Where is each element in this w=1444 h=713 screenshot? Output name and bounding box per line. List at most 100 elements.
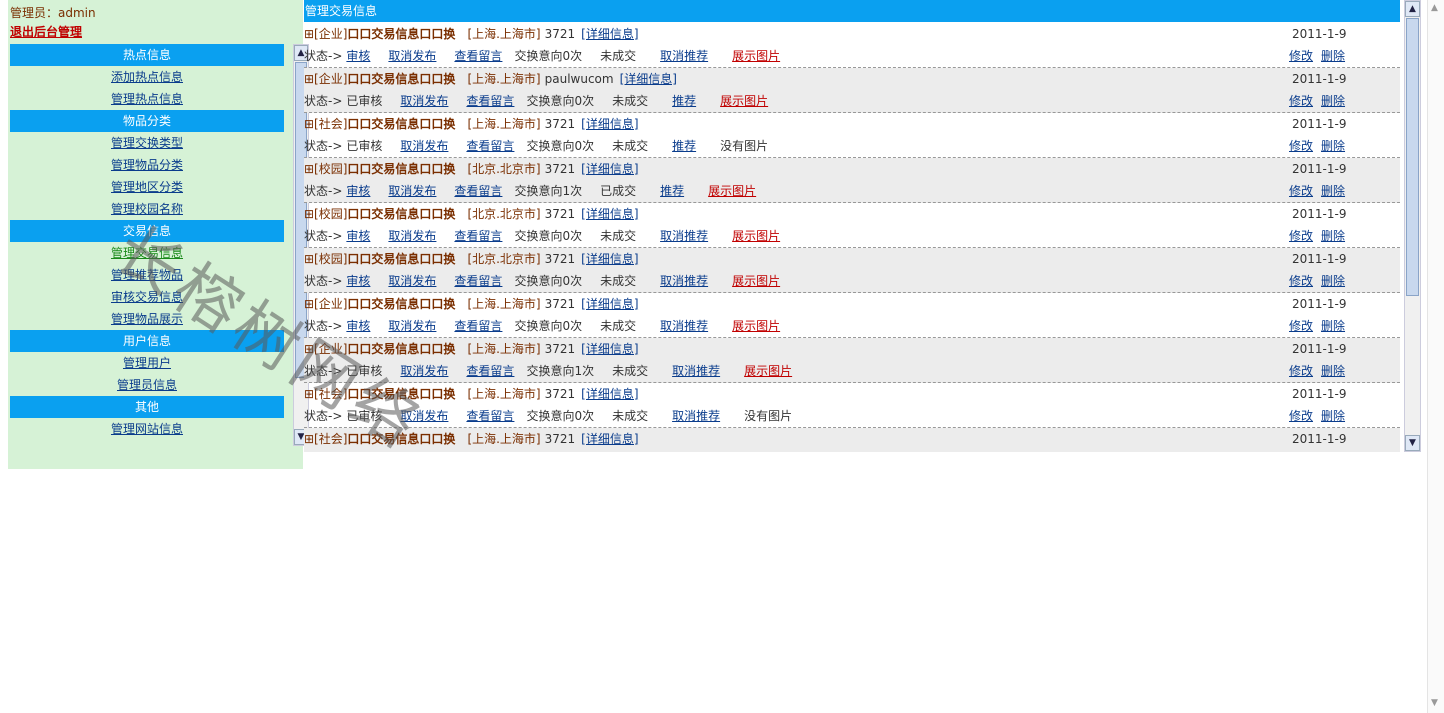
detail-link[interactable]: [详细信息] (620, 72, 677, 86)
menu-item-link[interactable]: 管理地区分类 (111, 180, 183, 194)
detail-link[interactable]: [详细信息] (581, 162, 638, 176)
delete-link[interactable]: 删除 (1321, 49, 1345, 63)
delete-link[interactable]: 删除 (1321, 184, 1345, 198)
edit-link[interactable]: 修改 (1289, 229, 1313, 243)
show-picture-link[interactable]: 展示图片 (732, 319, 780, 333)
menu-item-link[interactable]: 管理网站信息 (111, 422, 183, 436)
detail-link[interactable]: [详细信息] (581, 297, 638, 311)
detail-link[interactable]: [详细信息] (581, 117, 638, 131)
view-comments-link[interactable]: 查看留言 (466, 364, 514, 378)
edit-link[interactable]: 修改 (1289, 49, 1313, 63)
edit-link[interactable]: 修改 (1289, 364, 1313, 378)
edit-link[interactable]: 修改 (1289, 319, 1313, 333)
show-picture-link[interactable]: 展示图片 (732, 229, 780, 243)
scroll-up-icon[interactable]: ▲ (1405, 1, 1420, 17)
delete-link[interactable]: 删除 (1321, 274, 1345, 288)
main-scroll-thumb[interactable] (1406, 18, 1419, 296)
audit-link[interactable]: 审核 (346, 319, 370, 333)
show-picture-link[interactable]: 展示图片 (732, 274, 780, 288)
detail-link[interactable]: [详细信息] (581, 27, 638, 41)
withdraw-link[interactable]: 取消发布 (400, 364, 448, 378)
menu-item-link[interactable]: 管理员信息 (117, 378, 177, 392)
exchange-intent: 交换意向0次 (514, 49, 583, 63)
row-category[interactable]: ⊞[校园] (304, 207, 347, 221)
menu-item-link[interactable]: 管理交易信息 (111, 246, 183, 260)
audit-link[interactable]: 审核 (346, 49, 370, 63)
menu-item-link[interactable]: 管理物品分类 (111, 158, 183, 172)
recommend-link[interactable]: 取消推荐 (672, 364, 720, 378)
withdraw-link[interactable]: 取消发布 (388, 49, 436, 63)
edit-link[interactable]: 修改 (1289, 94, 1313, 108)
recommend-link[interactable]: 推荐 (672, 94, 696, 108)
logout-link[interactable]: 退出后台管理 (10, 23, 82, 40)
row-category[interactable]: ⊞[校园] (304, 252, 347, 266)
menu-item-link[interactable]: 管理物品展示 (111, 312, 183, 326)
show-picture-link[interactable]: 展示图片 (708, 184, 756, 198)
recommend-link[interactable]: 取消推荐 (660, 49, 708, 63)
menu-item-link[interactable]: 审核交易信息 (111, 290, 183, 304)
page-scrollbar[interactable]: ▲ ▼ (1427, 0, 1444, 713)
show-picture-link[interactable]: 展示图片 (732, 49, 780, 63)
delete-link[interactable]: 删除 (1321, 139, 1345, 153)
audit-link[interactable]: 审核 (346, 229, 370, 243)
detail-link[interactable]: [详细信息] (581, 432, 638, 446)
main-scrollbar[interactable]: ▲ ▼ (1404, 0, 1421, 452)
withdraw-link[interactable]: 取消发布 (400, 94, 448, 108)
recommend-link[interactable]: 取消推荐 (660, 274, 708, 288)
view-comments-link[interactable]: 查看留言 (454, 49, 502, 63)
scroll-up-icon[interactable]: ▲ (1431, 3, 1438, 13)
recommend-link[interactable]: 推荐 (672, 139, 696, 153)
edit-link[interactable]: 修改 (1289, 139, 1313, 153)
row-category[interactable]: ⊞[企业] (304, 72, 347, 86)
table-row: ⊞[校园]口口交易信息口口换 [北京.北京市] 3721 [详细信息] 2011-1-9… (304, 158, 1400, 203)
withdraw-link[interactable]: 取消发布 (388, 229, 436, 243)
audit-link[interactable]: 审核 (346, 184, 370, 198)
row-category[interactable]: ⊞[社会] (304, 432, 347, 446)
recommend-link[interactable]: 取消推荐 (660, 229, 708, 243)
edit-link[interactable]: 修改 (1289, 184, 1313, 198)
scroll-down-icon[interactable]: ▼ (1431, 698, 1438, 708)
row-category[interactable]: ⊞[企业] (304, 342, 347, 356)
withdraw-link[interactable]: 取消发布 (388, 319, 436, 333)
recommend-link[interactable]: 取消推荐 (672, 409, 720, 423)
recommend-link[interactable]: 取消推荐 (660, 319, 708, 333)
withdraw-link[interactable]: 取消发布 (388, 184, 436, 198)
recommend-link[interactable]: 推荐 (660, 184, 684, 198)
row-category[interactable]: ⊞[企业] (304, 297, 347, 311)
view-comments-link[interactable]: 查看留言 (454, 319, 502, 333)
menu-item-link[interactable]: 管理推荐物品 (111, 268, 183, 282)
show-picture-link[interactable]: 展示图片 (720, 94, 768, 108)
row-category[interactable]: ⊞[社会] (304, 117, 347, 131)
row-category[interactable]: ⊞[企业] (304, 27, 347, 41)
withdraw-link[interactable]: 取消发布 (388, 274, 436, 288)
audit-link[interactable]: 审核 (346, 274, 370, 288)
menu-item-link[interactable]: 管理交换类型 (111, 136, 183, 150)
detail-link[interactable]: [详细信息] (581, 342, 638, 356)
delete-link[interactable]: 删除 (1321, 94, 1345, 108)
view-comments-link[interactable]: 查看留言 (466, 94, 514, 108)
menu-item-link[interactable]: 管理校园名称 (111, 202, 183, 216)
delete-link[interactable]: 删除 (1321, 229, 1345, 243)
view-comments-link[interactable]: 查看留言 (466, 409, 514, 423)
menu-item-link[interactable]: 管理用户 (123, 356, 171, 370)
row-category[interactable]: ⊞[社会] (304, 387, 347, 401)
view-comments-link[interactable]: 查看留言 (466, 139, 514, 153)
menu-item-link[interactable]: 添加热点信息 (111, 70, 183, 84)
delete-link[interactable]: 删除 (1321, 409, 1345, 423)
view-comments-link[interactable]: 查看留言 (454, 184, 502, 198)
withdraw-link[interactable]: 取消发布 (400, 409, 448, 423)
detail-link[interactable]: [详细信息] (581, 207, 638, 221)
detail-link[interactable]: [详细信息] (581, 387, 638, 401)
view-comments-link[interactable]: 查看留言 (454, 229, 502, 243)
edit-link[interactable]: 修改 (1289, 409, 1313, 423)
delete-link[interactable]: 删除 (1321, 319, 1345, 333)
view-comments-link[interactable]: 查看留言 (454, 274, 502, 288)
withdraw-link[interactable]: 取消发布 (400, 139, 448, 153)
edit-link[interactable]: 修改 (1289, 274, 1313, 288)
delete-link[interactable]: 删除 (1321, 364, 1345, 378)
scroll-down-icon[interactable]: ▼ (1405, 435, 1420, 451)
menu-item-link[interactable]: 管理热点信息 (111, 92, 183, 106)
show-picture-link[interactable]: 展示图片 (744, 364, 792, 378)
row-category[interactable]: ⊞[校园] (304, 162, 347, 176)
detail-link[interactable]: [详细信息] (581, 252, 638, 266)
